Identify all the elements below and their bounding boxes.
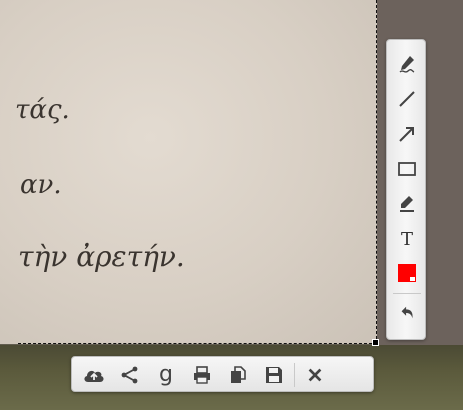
color-swatch-icon	[398, 264, 416, 282]
marker-tool[interactable]	[392, 190, 422, 218]
action-toolbar: g	[71, 356, 374, 392]
line-tool[interactable]	[392, 85, 422, 113]
arrow-tool[interactable]	[392, 120, 422, 148]
save-icon	[266, 367, 282, 383]
copy-icon	[231, 366, 246, 383]
toolbar-divider	[294, 363, 295, 387]
upload-button[interactable]	[79, 361, 109, 389]
marker-icon	[400, 196, 414, 212]
annotation-toolbar: T	[386, 39, 426, 340]
pen-squiggle-icon	[399, 56, 415, 73]
capture-selection[interactable]	[18, 0, 377, 344]
cloud-upload-icon	[84, 370, 104, 382]
rectangle-tool[interactable]	[392, 155, 422, 183]
close-icon	[308, 368, 322, 382]
text-icon: T	[400, 228, 413, 250]
undo-icon	[401, 306, 413, 319]
arrow-icon	[399, 127, 414, 142]
share-button[interactable]	[115, 361, 145, 389]
resize-handle[interactable]	[372, 339, 379, 346]
google-icon: g	[159, 362, 173, 387]
print-icon	[194, 366, 210, 384]
search-google-button[interactable]: g	[151, 361, 181, 389]
share-icon	[121, 366, 138, 384]
close-button[interactable]	[300, 361, 330, 389]
rectangle-icon	[398, 162, 416, 176]
toolbar-divider	[393, 293, 421, 294]
print-button[interactable]	[187, 361, 217, 389]
line-icon	[399, 91, 415, 107]
text-tool[interactable]: T	[392, 225, 422, 253]
undo-tool[interactable]	[392, 299, 422, 327]
freehand-tool[interactable]	[392, 50, 422, 78]
copy-button[interactable]	[223, 361, 253, 389]
save-button[interactable]	[259, 361, 289, 389]
color-picker[interactable]	[392, 259, 422, 287]
